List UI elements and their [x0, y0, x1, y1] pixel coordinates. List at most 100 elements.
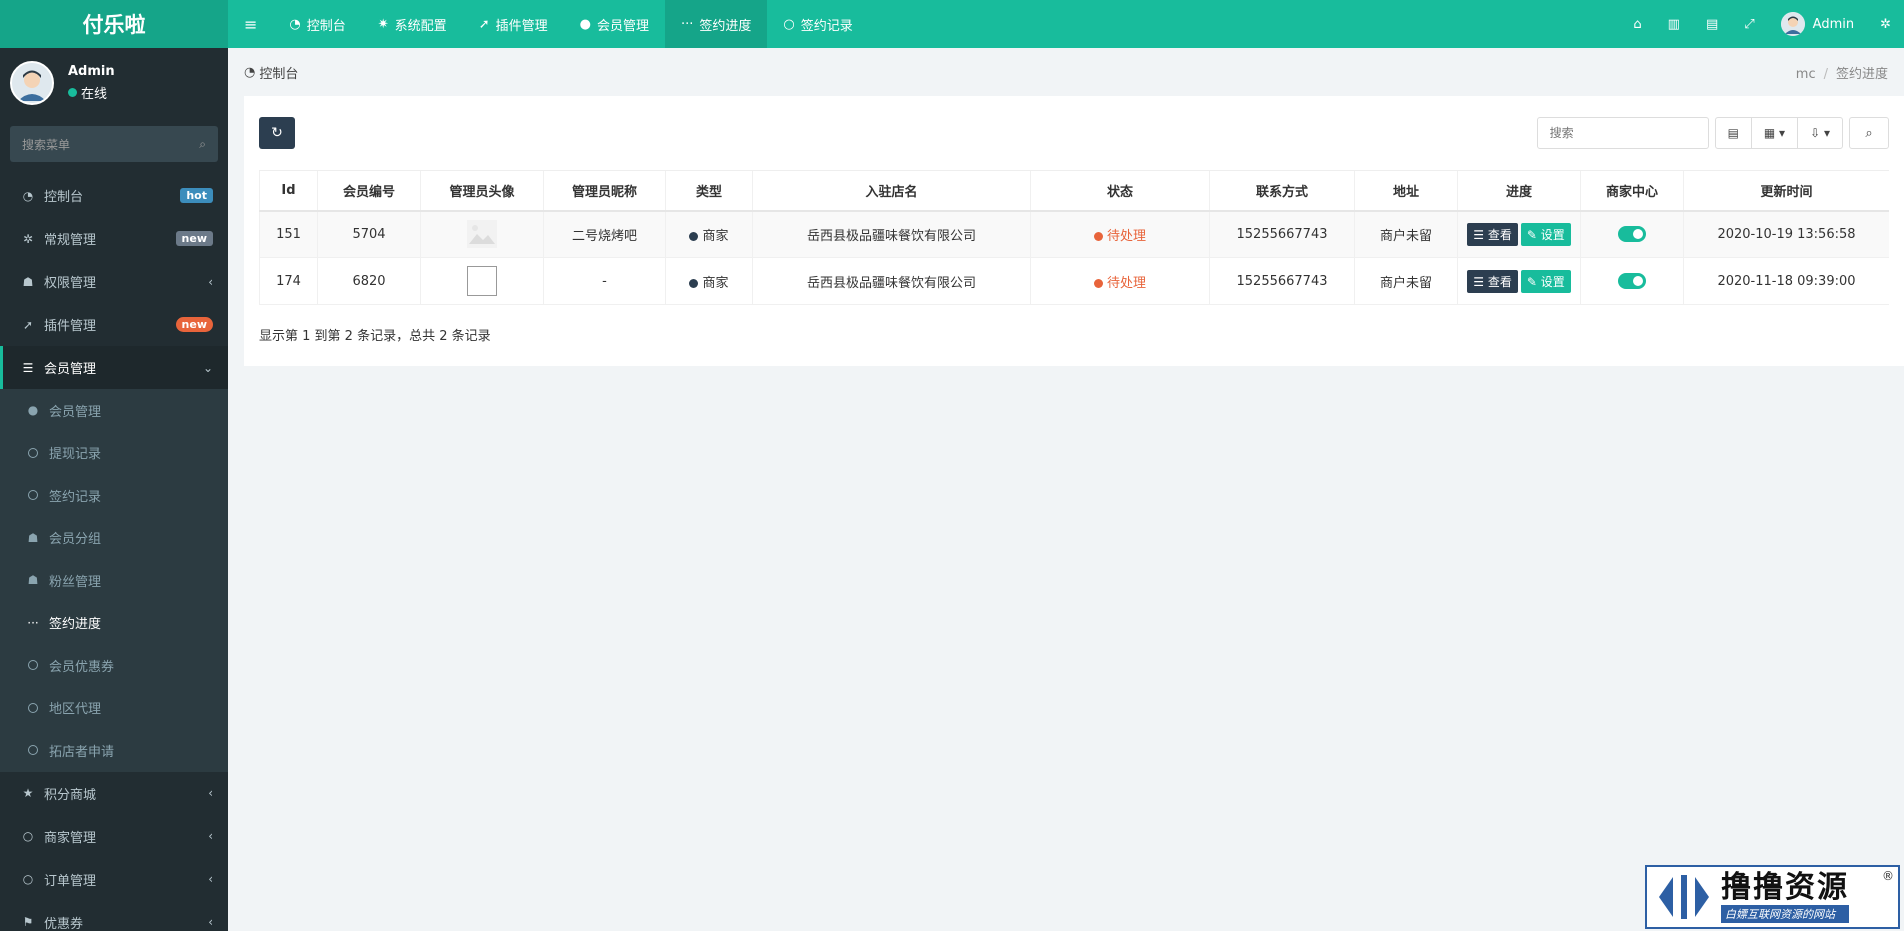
status-dot-icon	[1093, 231, 1103, 241]
cell-merchant-center	[1580, 210, 1684, 258]
circle-icon	[28, 490, 38, 501]
settings-button[interactable]: ✎ 设置	[1520, 222, 1571, 246]
submenu-item-label: 会员分组	[49, 532, 102, 548]
submenu-item-members[interactable]: ● 会员管理	[0, 389, 228, 432]
tab-label: 签约进度	[699, 18, 752, 34]
column-header[interactable]: 管理员昵称	[543, 170, 666, 212]
cogs-icon: ✲	[22, 231, 34, 246]
column-header[interactable]: 联系方式	[1209, 170, 1355, 212]
settings-button[interactable]: ✎ 设置	[1520, 269, 1571, 293]
columns-button[interactable]: ▦ ▾	[1752, 118, 1799, 148]
export-button[interactable]: ⇩ ▾	[1798, 118, 1842, 148]
search-placeholder: 搜索菜单	[22, 137, 71, 152]
view-button[interactable]: ☰ 查看	[1467, 222, 1518, 246]
column-header[interactable]: 管理员头像	[420, 170, 544, 212]
cell-type: 商家	[665, 210, 753, 258]
sidebar: Admin 在线 搜索菜单 ⌕ ◔ 控制台 hot ✲ 常规管理 new ☗ 权…	[0, 48, 228, 931]
avatar	[10, 61, 54, 105]
sidebar-search-input[interactable]: 搜索菜单 ⌕	[10, 126, 218, 162]
sidebar-item-plugins[interactable]: ➚ 插件管理 new	[0, 303, 228, 346]
submenu-item-regional-agents[interactable]: 地区代理	[0, 687, 228, 730]
cell-member-no: 6820	[317, 257, 421, 305]
list-icon: ☰	[1473, 274, 1488, 289]
settings-button[interactable]: ✲	[1867, 0, 1904, 48]
merchant-center-toggle[interactable]	[1618, 273, 1646, 289]
language-button[interactable]: ▤	[1693, 0, 1731, 48]
download-icon: ⇩ ▾	[1810, 126, 1830, 140]
cell-status: 待处理	[1030, 257, 1210, 305]
home-button[interactable]: ⌂	[1620, 0, 1654, 48]
column-header[interactable]: 类型	[665, 170, 753, 212]
table-search-input[interactable]	[1536, 117, 1709, 149]
sidebar-item-dashboard[interactable]: ◔ 控制台 hot	[0, 174, 228, 217]
cell-avatar	[420, 257, 544, 305]
clear-cache-button[interactable]: ▥	[1655, 0, 1693, 48]
broken-image-icon[interactable]	[467, 266, 497, 296]
sidebar-item-permissions[interactable]: ☗ 权限管理 ‹	[0, 260, 228, 303]
data-table: Id 会员编号 管理员头像 管理员昵称 类型 入驻店名 状态 联系方式 地址 进…	[259, 170, 1889, 305]
status-text: 在线	[81, 87, 108, 102]
language-icon: ▤	[1705, 16, 1719, 32]
submenu-item-expansion-applications[interactable]: 拓店者申请	[0, 729, 228, 772]
circle-icon	[28, 447, 38, 458]
admin-avatar-image[interactable]	[467, 220, 497, 249]
submenu-item-member-groups[interactable]: ☗ 会员分组	[0, 517, 228, 560]
top-right-tools: ⌂ ▥ ▤ ⤢ Admin ✲	[1620, 0, 1904, 48]
tab-plugins[interactable]: ➚ 插件管理	[463, 0, 564, 48]
user-name: Admin	[1812, 16, 1855, 32]
sidebar-item-coupons[interactable]: ⚑ 优惠券 ‹	[0, 901, 228, 931]
chevron-down-icon: ⌄	[202, 360, 213, 375]
submenu-item-label: 粉丝管理	[49, 574, 102, 590]
column-header[interactable]: 地址	[1354, 170, 1458, 212]
submenu-item-fans[interactable]: ☗ 粉丝管理	[0, 559, 228, 602]
merchant-center-toggle[interactable]	[1618, 226, 1646, 243]
submenu-item-signing-records[interactable]: 签约记录	[0, 474, 228, 517]
cell-updated-time: 2020-11-18 09:39:00	[1683, 257, 1889, 305]
cell-avatar	[420, 210, 544, 258]
submenu-item-member-coupons[interactable]: 会员优惠券	[0, 644, 228, 687]
column-header[interactable]: 商家中心	[1580, 170, 1684, 212]
refresh-button[interactable]: ↻	[259, 117, 295, 149]
table-row[interactable]: 174 6820 - 商家 岳西县极品疆味餐饮有限公司 待处理 15255667…	[259, 257, 1889, 305]
column-header[interactable]: Id	[259, 170, 318, 212]
column-header[interactable]: 进度	[1457, 170, 1581, 212]
status-badge: 待处理	[1106, 275, 1146, 291]
tab-system-config[interactable]: ✷ 系统配置	[362, 0, 463, 48]
view-button[interactable]: ☰ 查看	[1467, 269, 1518, 293]
menu-toggle-button[interactable]: ≡	[228, 0, 273, 48]
rocket-icon: ➚	[22, 317, 34, 332]
toggle-view-button[interactable]: ▤	[1716, 118, 1752, 148]
user-status: 在线	[68, 83, 115, 102]
sidebar-item-orders[interactable]: ○ 订单管理 ‹	[0, 858, 228, 901]
submenu-item-signing-progress[interactable]: ··· 签约进度	[0, 602, 228, 645]
gears-icon: ✲	[1880, 16, 1891, 32]
bookmark-icon: ⚑	[22, 915, 34, 929]
sidebar-item-merchants[interactable]: ○ 商家管理 ‹	[0, 815, 228, 858]
sidebar-item-points-mall[interactable]: ★ 积分商城 ‹	[0, 772, 228, 815]
column-header[interactable]: 更新时间	[1683, 170, 1889, 212]
column-header[interactable]: 入驻店名	[752, 170, 1031, 212]
app-logo[interactable]: 付乐啦	[0, 0, 228, 48]
user-menu[interactable]: Admin	[1768, 0, 1867, 48]
column-header[interactable]: 会员编号	[317, 170, 421, 212]
tab-label: 控制台	[306, 18, 346, 34]
cell-shop-name: 岳西县极品疆味餐饮有限公司	[752, 257, 1031, 305]
sidebar-item-members[interactable]: ☰ 会员管理 ⌄	[0, 346, 228, 389]
tab-signing-progress[interactable]: ··· 签约进度	[664, 0, 768, 48]
fullscreen-button[interactable]: ⤢	[1731, 0, 1767, 48]
tab-signing-records[interactable]: ○ 签约记录	[767, 0, 868, 48]
search-button[interactable]: ⌕	[1849, 117, 1889, 149]
refresh-icon: ↻	[271, 125, 283, 141]
new-badge: new	[175, 231, 213, 246]
sidebar-item-label: 插件管理	[44, 319, 97, 334]
set-label: 设置	[1540, 227, 1565, 242]
tab-members[interactable]: ● 会员管理	[564, 0, 665, 48]
breadcrumb-item[interactable]: mc	[1796, 67, 1816, 82]
tab-dashboard[interactable]: ◔ 控制台	[273, 0, 361, 48]
sidebar-item-general[interactable]: ✲ 常规管理 new	[0, 217, 228, 260]
cell-progress: ☰ 查看 ✎ 设置	[1457, 257, 1581, 305]
column-header[interactable]: 状态	[1030, 170, 1210, 212]
submenu-item-withdrawals[interactable]: 提现记录	[0, 432, 228, 475]
list-icon: ▤	[1727, 126, 1739, 140]
table-row[interactable]: 151 5704 二号烧烤吧 商家 岳西县极品疆味餐饮有限公司 待处理 1525…	[259, 210, 1889, 258]
